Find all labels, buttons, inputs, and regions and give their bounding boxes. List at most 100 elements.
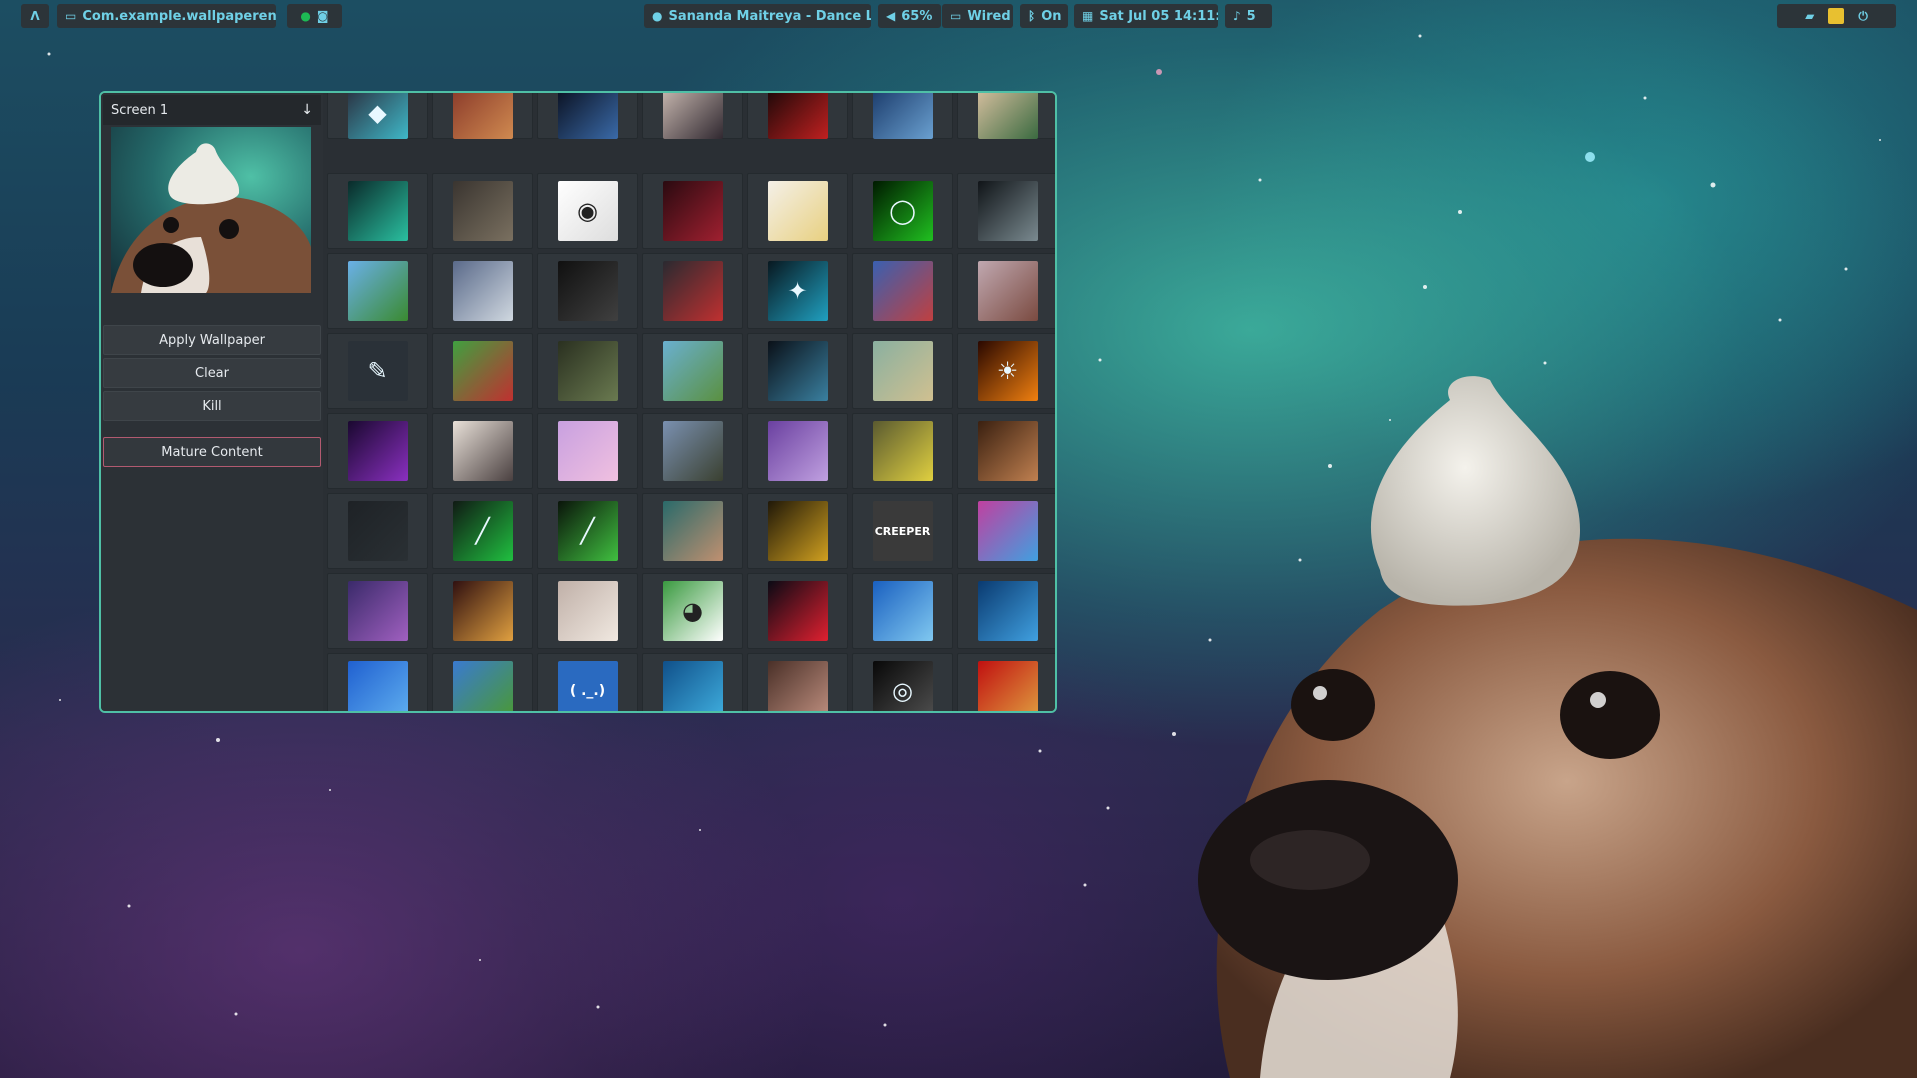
clock-widget[interactable]: ▦ Sat Jul 05 14:11:38 bbox=[1074, 4, 1218, 28]
wallpaper-tile[interactable] bbox=[642, 253, 743, 329]
wallpaper-thumbnail bbox=[767, 421, 828, 481]
wallpaper-tile[interactable] bbox=[852, 573, 953, 649]
discord-icon[interactable]: ◙ bbox=[317, 9, 329, 23]
wallpaper-tile[interactable]: ◉ bbox=[537, 173, 638, 249]
wallpaper-tile[interactable] bbox=[747, 573, 848, 649]
wallpaper-tile[interactable] bbox=[642, 333, 743, 409]
wallpaper-tile[interactable] bbox=[957, 413, 1055, 489]
wallpaper-tile[interactable] bbox=[432, 413, 533, 489]
wallpaper-tile[interactable] bbox=[957, 93, 1055, 139]
wallpaper-tile[interactable] bbox=[642, 413, 743, 489]
media-player-widget[interactable]: ● Sananda Maitreya - Dance Littl... bbox=[644, 4, 871, 28]
wallpaper-tile[interactable] bbox=[432, 573, 533, 649]
active-window-button[interactable]: ▭ Com.example.wallpaperengine bbox=[57, 4, 276, 28]
wallpaper-tile[interactable]: ╱ bbox=[432, 493, 533, 569]
wallpaper-thumbnail: ◆ bbox=[347, 93, 408, 139]
wallpaper-thumbnail bbox=[347, 501, 408, 561]
wallpaper-thumbnail bbox=[767, 661, 828, 711]
wallpaper-tile[interactable] bbox=[327, 573, 428, 649]
wallpaper-tile[interactable] bbox=[957, 253, 1055, 329]
wallpaper-tile[interactable]: CREEPER bbox=[852, 493, 953, 569]
wallpaper-tile[interactable] bbox=[537, 573, 638, 649]
wallpaper-thumbnail bbox=[662, 341, 723, 401]
folder-icon[interactable]: ▰ bbox=[1805, 9, 1814, 23]
wallpaper-tile[interactable] bbox=[642, 493, 743, 569]
wallpaper-tile[interactable] bbox=[327, 653, 428, 711]
wallpaper-tile[interactable] bbox=[852, 413, 953, 489]
wallpaper-thumbnail bbox=[767, 341, 828, 401]
wallpaper-tile[interactable] bbox=[852, 93, 953, 139]
bluetooth-widget[interactable]: ᛒ On bbox=[1020, 4, 1068, 28]
clear-button[interactable]: Clear bbox=[103, 358, 321, 388]
wallpaper-tile[interactable] bbox=[957, 173, 1055, 249]
wallpaper-tile[interactable] bbox=[747, 93, 848, 139]
wallpaper-tile[interactable] bbox=[642, 93, 743, 139]
wallpaper-grid: ◆ ◉ ◯ ✦ ✎ ☀ ╱ ╱ CREEPER ◕ ( ._.) ◎ bbox=[325, 93, 1055, 711]
wallpaper-tile[interactable] bbox=[537, 413, 638, 489]
wallpaper-tile[interactable]: ◆ bbox=[327, 93, 428, 139]
wallpaper-tile[interactable] bbox=[327, 493, 428, 569]
wallpaper-tile[interactable] bbox=[327, 173, 428, 249]
wallpaper-tile[interactable] bbox=[537, 253, 638, 329]
wallpaper-tile[interactable]: ◯ bbox=[852, 173, 953, 249]
wallpaper-tile[interactable] bbox=[432, 253, 533, 329]
wallpaper-thumbnail: ☀ bbox=[977, 341, 1038, 401]
wallpaper-thumbnail bbox=[662, 93, 723, 139]
wallpaper-tile[interactable] bbox=[327, 413, 428, 489]
wallpaper-tile[interactable] bbox=[432, 653, 533, 711]
wallpaper-tile[interactable]: ◕ bbox=[642, 573, 743, 649]
wallpaper-tile[interactable] bbox=[747, 413, 848, 489]
wallpaper-tile[interactable]: ✎ bbox=[327, 333, 428, 409]
wallpaper-tile[interactable] bbox=[432, 173, 533, 249]
wallpaper-tile[interactable] bbox=[432, 93, 533, 139]
saber-icon: ╱ bbox=[580, 517, 595, 545]
volume-widget[interactable]: ◀ 65% bbox=[878, 4, 941, 28]
wallpaper-tile[interactable] bbox=[537, 333, 638, 409]
network-widget[interactable]: ▭ Wired bbox=[942, 4, 1013, 28]
notifications-widget[interactable]: ♪ 5 bbox=[1225, 4, 1272, 28]
wallpaper-tile[interactable]: ☀ bbox=[957, 333, 1055, 409]
wallpaper-thumbnail bbox=[977, 181, 1038, 241]
arch-logo-icon: Λ bbox=[30, 9, 40, 23]
wallpaper-tile[interactable] bbox=[957, 653, 1055, 711]
wallpaper-tile[interactable] bbox=[747, 493, 848, 569]
wallpaper-tile[interactable]: ✦ bbox=[747, 253, 848, 329]
wallpaper-tile[interactable]: ◎ bbox=[852, 653, 953, 711]
wallpaper-tile[interactable] bbox=[747, 173, 848, 249]
spotify-icon[interactable]: ● bbox=[300, 9, 310, 23]
wallpaper-tile[interactable] bbox=[852, 253, 953, 329]
wallpaper-tile[interactable] bbox=[747, 653, 848, 711]
screen-select[interactable]: Screen 1 ↓ bbox=[103, 95, 321, 125]
wallpaper-tile[interactable] bbox=[432, 333, 533, 409]
window-icon[interactable] bbox=[1828, 8, 1845, 24]
wallpaper-tile[interactable] bbox=[957, 573, 1055, 649]
wallpaper-tile[interactable] bbox=[642, 173, 743, 249]
wallpaper-thumbnail bbox=[977, 661, 1038, 711]
wallpaper-thumbnail bbox=[872, 581, 933, 641]
window-icon: ▭ bbox=[65, 9, 77, 23]
sun-icon: ☀ bbox=[996, 357, 1019, 385]
mature-content-button[interactable]: Mature Content bbox=[103, 437, 321, 467]
network-icon: ▭ bbox=[950, 9, 962, 23]
wallpaper-tile[interactable]: ╱ bbox=[537, 493, 638, 569]
apply-wallpaper-button[interactable]: Apply Wallpaper bbox=[103, 325, 321, 355]
wallpaper-thumbnail bbox=[347, 581, 408, 641]
wallpaper-tile[interactable] bbox=[852, 333, 953, 409]
wallpaper-thumbnail bbox=[977, 93, 1038, 139]
wallpaper-tile[interactable] bbox=[327, 253, 428, 329]
wallpaper-thumbnail bbox=[557, 93, 618, 139]
wallpaper-tile[interactable] bbox=[957, 493, 1055, 569]
power-icon[interactable]: ⏻ bbox=[1858, 9, 1868, 24]
duck-icon: ◕ bbox=[682, 597, 703, 625]
wallpaper-tile[interactable] bbox=[747, 333, 848, 409]
kill-button[interactable]: Kill bbox=[103, 391, 321, 421]
bluetooth-icon: ᛒ bbox=[1028, 9, 1036, 23]
wallpaper-tile[interactable] bbox=[642, 653, 743, 711]
wallpaper-thumbnail bbox=[662, 181, 723, 241]
preview-dog-image bbox=[111, 143, 311, 293]
wallpaper-tile[interactable] bbox=[537, 93, 638, 139]
wallpaper-thumbnail bbox=[347, 181, 408, 241]
active-window-title: Com.example.wallpaperengine bbox=[82, 8, 276, 24]
wallpaper-tile[interactable]: ( ._.) bbox=[537, 653, 638, 711]
launcher-button[interactable]: Λ bbox=[21, 4, 49, 28]
